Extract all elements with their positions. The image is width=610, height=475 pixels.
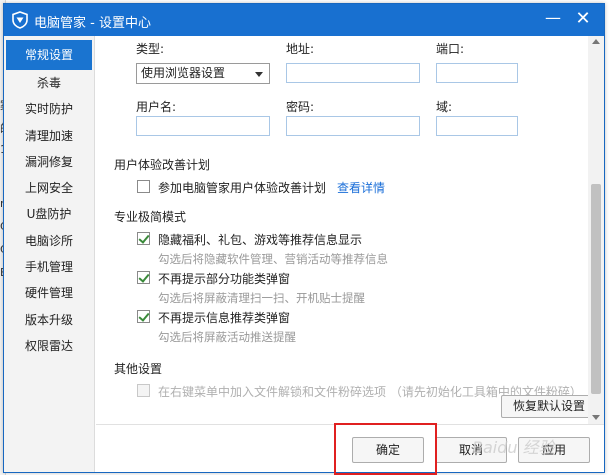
proxy-password-label: 密码: (286, 100, 315, 114)
sidebar-item-web-security[interactable]: 上网安全 (4, 175, 94, 201)
pro-mode-title: 专业极简模式 (114, 210, 187, 224)
proxy-type-value: 使用浏览器设置 (141, 66, 226, 80)
chevron-down-icon (255, 72, 263, 77)
settings-content: 类型: 地址: 端口: 使用浏览器设置 用户名: 密码: 域: 用户体验改善计划… (96, 36, 588, 424)
sidebar-item-phone[interactable]: 手机管理 (4, 254, 94, 280)
ux-plan-option-label: 参加电脑管家用户体验改善计划 (158, 181, 327, 195)
sidebar-item-cleanup[interactable]: 清理加速 (4, 123, 94, 149)
sidebar-item-hardware[interactable]: 硬件管理 (4, 280, 94, 306)
scroll-up-arrow-icon[interactable] (592, 39, 600, 44)
proxy-port-input[interactable] (436, 63, 518, 83)
context-menu-checkbox[interactable] (137, 384, 150, 397)
minimize-icon[interactable]: — (542, 10, 564, 30)
proxy-port-label: 端口: (436, 42, 465, 56)
other-settings-title: 其他设置 (114, 362, 163, 376)
sidebar-item-pc-clinic[interactable]: 电脑诊所 (4, 228, 94, 254)
settings-window: 电脑管家 - 设置中心 — ✕ 常规设置 杀毒 实时防护 清理加速 漏洞修复 上… (3, 3, 605, 475)
sidebar-item-realtime-protection[interactable]: 实时防护 (4, 96, 94, 122)
window-title: 电脑管家 - 设置中心 (34, 16, 151, 31)
shield-logo-icon (12, 11, 28, 29)
restore-defaults-button[interactable]: 恢复默认设置 (501, 395, 588, 418)
no-recommend-popups-checkbox[interactable] (137, 310, 150, 323)
proxy-username-input[interactable] (136, 116, 270, 136)
no-feature-popups-checkbox[interactable] (137, 271, 150, 284)
sidebar-item-upgrade[interactable]: 版本升级 (4, 307, 94, 333)
proxy-type-label: 类型: (136, 42, 165, 56)
ux-plan-checkbox[interactable] (137, 180, 150, 193)
proxy-address-input[interactable] (286, 63, 420, 83)
no-feature-popups-label: 不再提示部分功能类弹窗 (158, 272, 291, 286)
ux-plan-title: 用户体验改善计划 (114, 158, 211, 172)
baidu-watermark: Baidu 经验 (472, 438, 555, 457)
no-recommend-popups-label: 不再提示信息推荐类弹窗 (158, 311, 291, 325)
no-recommend-popups-hint: 勾选后将屏蔽活动推送提醒 (158, 330, 296, 344)
no-feature-popups-hint: 勾选后将屏蔽清理扫一扫、开机贴士提醒 (158, 291, 365, 305)
proxy-domain-input[interactable] (436, 116, 518, 136)
proxy-username-label: 用户名: (136, 100, 177, 114)
proxy-password-input[interactable] (286, 116, 420, 136)
proxy-domain-label: 域: (436, 100, 453, 114)
content-scrollbar[interactable] (588, 36, 604, 424)
sidebar-item-vulnerability[interactable]: 漏洞修复 (4, 149, 94, 175)
sidebar-item-antivirus[interactable]: 杀毒 (4, 70, 94, 96)
close-icon[interactable]: ✕ (572, 10, 594, 30)
hide-promotions-checkbox[interactable] (137, 232, 150, 245)
sidebar-item-usb-protection[interactable]: U盘防护 (4, 201, 94, 227)
scrollbar-thumb[interactable] (591, 184, 601, 394)
proxy-address-label: 地址: (286, 42, 315, 56)
sidebar-item-permission-radar[interactable]: 权限雷达 (4, 333, 94, 359)
view-details-link[interactable]: 查看详情 (337, 179, 385, 196)
sidebar-item-general[interactable]: 常规设置 (6, 40, 92, 70)
hide-promotions-hint: 勾选后将隐藏软件管理、营销活动等推荐信息 (158, 252, 388, 266)
proxy-type-select[interactable]: 使用浏览器设置 (136, 63, 270, 84)
scroll-down-arrow-icon[interactable] (592, 415, 600, 420)
settings-sidebar: 常规设置 杀毒 实时防护 清理加速 漏洞修复 上网安全 U盘防护 电脑诊所 手机… (4, 36, 95, 472)
ok-button-highlight (334, 423, 437, 475)
hide-promotions-label: 隐藏福利、礼包、游戏等推荐信息显示 (158, 233, 363, 247)
title-bar[interactable]: 电脑管家 - 设置中心 — ✕ (4, 4, 604, 36)
